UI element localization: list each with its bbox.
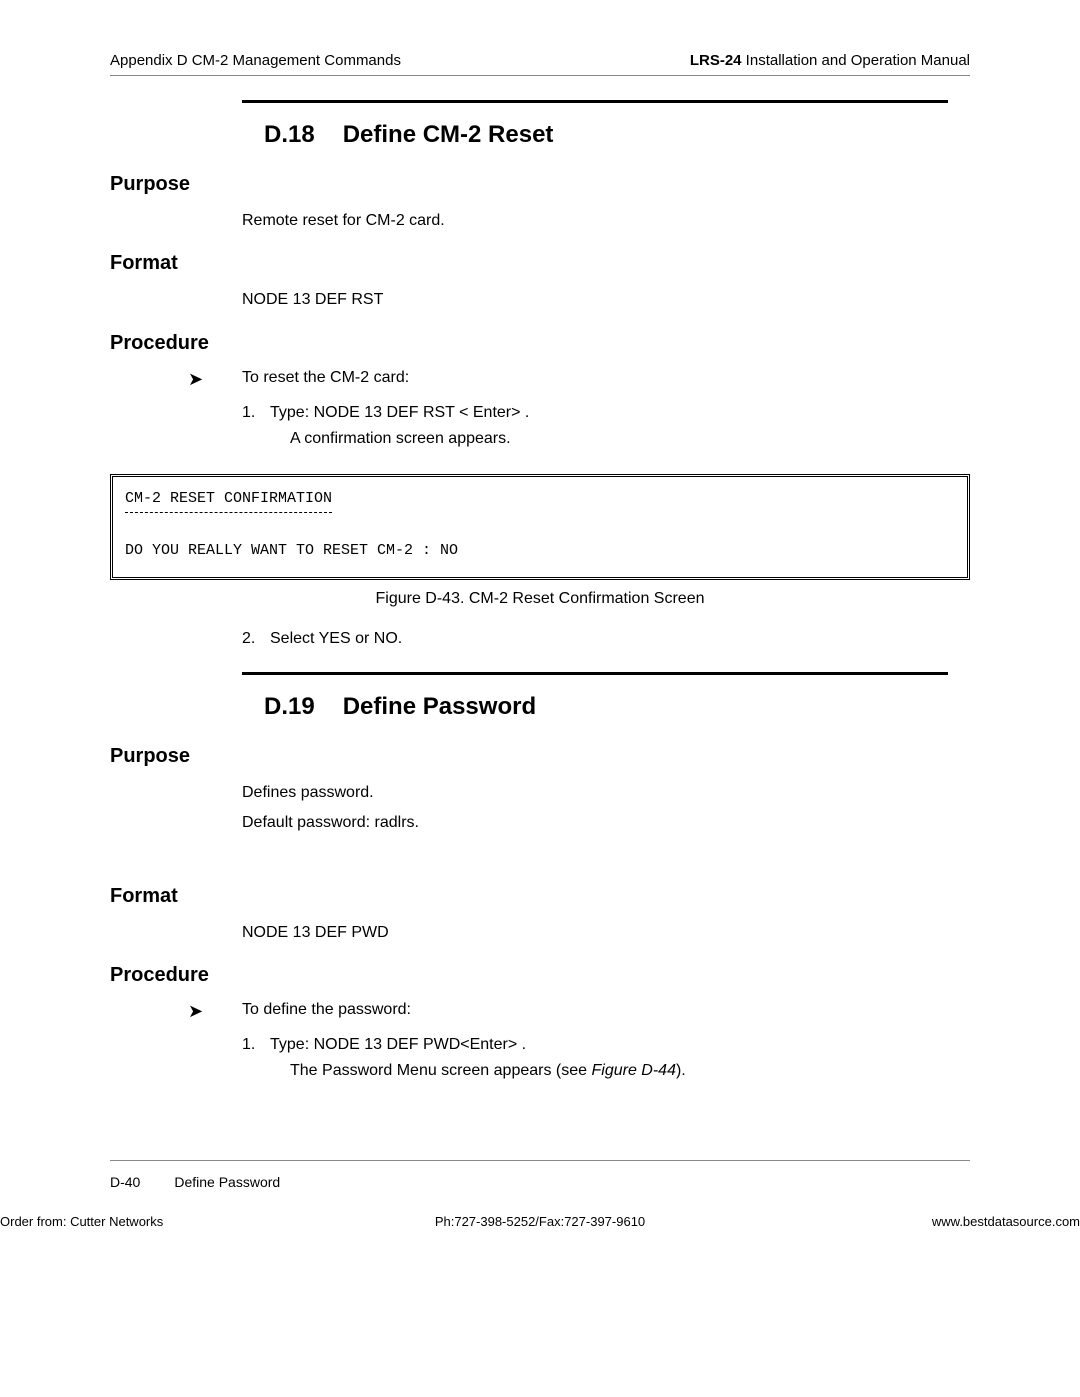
format-heading: Format — [110, 885, 970, 908]
procedure-intro-row: ➤ To define the password: — [188, 1001, 970, 1022]
procedure-intro-text: To define the password: — [242, 1001, 411, 1022]
step-number: 1. — [242, 404, 270, 422]
section-title: Define CM-2 Reset — [343, 121, 554, 149]
footer-rule — [110, 1160, 970, 1161]
section-number: D.19 — [264, 693, 315, 721]
step-2-row: 2. Select YES or NO. — [242, 630, 970, 648]
section-rule — [242, 672, 948, 675]
step-1-text: Type: NODE 13 DEF PWD<Enter> . — [270, 1036, 526, 1054]
page-header: Appendix D CM-2 Management Commands LRS-… — [110, 52, 970, 76]
section-heading: D.18 Define CM-2 Reset — [242, 121, 970, 149]
order-from-text: Order from: Cutter Networks — [0, 1214, 163, 1229]
format-text: NODE 13 DEF PWD — [242, 922, 970, 944]
default-password-value: radlrs — [375, 814, 415, 831]
arrow-icon: ➤ — [188, 1001, 242, 1022]
default-password-label: Default password: — [242, 814, 375, 831]
procedure-intro-row: ➤ To reset the CM-2 card: — [188, 369, 970, 390]
section-heading: D.19 Define Password — [242, 693, 970, 721]
step-number: 2. — [242, 630, 270, 648]
figure-reference: Figure D-44 — [591, 1062, 675, 1079]
procedure-heading: Procedure — [110, 964, 970, 987]
page-footer: D-40 Define Password — [110, 1174, 280, 1190]
phone-fax-text: Ph:727-398-5252/Fax:727-397-9610 — [435, 1214, 645, 1229]
step-1-row: 1. Type: NODE 13 DEF PWD<Enter> . — [242, 1036, 970, 1054]
result-text-c: ). — [676, 1062, 686, 1079]
step-1-row: 1. Type: NODE 13 DEF RST < Enter> . — [242, 404, 970, 422]
step-1-result: The Password Menu screen appears (see Fi… — [290, 1062, 970, 1080]
document-page: Appendix D CM-2 Management Commands LRS-… — [0, 0, 1080, 1397]
purpose-heading: Purpose — [110, 745, 970, 768]
default-password-period: . — [415, 814, 419, 831]
result-text-a: The Password Menu screen appears (see — [290, 1062, 591, 1079]
footer-page-title: Define Password — [174, 1174, 280, 1190]
header-right-bold: LRS-24 — [690, 52, 742, 69]
section-rule — [242, 100, 948, 103]
procedure-intro-text: To reset the CM-2 card: — [242, 369, 409, 390]
bottom-info-row: Order from: Cutter Networks Ph:727-398-5… — [0, 1214, 1080, 1229]
purpose-heading: Purpose — [110, 173, 970, 196]
arrow-icon: ➤ — [188, 369, 242, 390]
header-left-text: Appendix D CM-2 Management Commands — [110, 52, 401, 69]
purpose-text: Remote reset for CM-2 card. — [242, 210, 970, 232]
purpose-text-1: Defines password. — [242, 782, 970, 804]
step-number: 1. — [242, 1036, 270, 1054]
step-1-result: A confirmation screen appears. — [290, 430, 970, 448]
section-title: Define Password — [343, 693, 536, 721]
terminal-screen: CM-2 RESET CONFIRMATION DO YOU REALLY WA… — [110, 474, 970, 580]
header-right-text: LRS-24 Installation and Operation Manual — [690, 52, 970, 69]
step-1-text: Type: NODE 13 DEF RST < Enter> . — [270, 404, 529, 422]
terminal-prompt-line: DO YOU REALLY WANT TO RESET CM-2 : NO — [125, 542, 458, 559]
header-right-rest: Installation and Operation Manual — [742, 52, 970, 69]
footer-page-number: D-40 — [110, 1174, 140, 1190]
purpose-text-2: Default password: radlrs. — [242, 812, 970, 834]
website-text: www.bestdatasource.com — [932, 1214, 1080, 1229]
format-heading: Format — [110, 252, 970, 275]
figure-caption: Figure D-43. CM-2 Reset Confirmation Scr… — [110, 590, 970, 608]
format-text: NODE 13 DEF RST — [242, 289, 970, 311]
terminal-title-line: CM-2 RESET CONFIRMATION — [125, 487, 332, 513]
section-number: D.18 — [264, 121, 315, 149]
step-2-text: Select YES or NO. — [270, 630, 402, 648]
procedure-heading: Procedure — [110, 332, 970, 355]
